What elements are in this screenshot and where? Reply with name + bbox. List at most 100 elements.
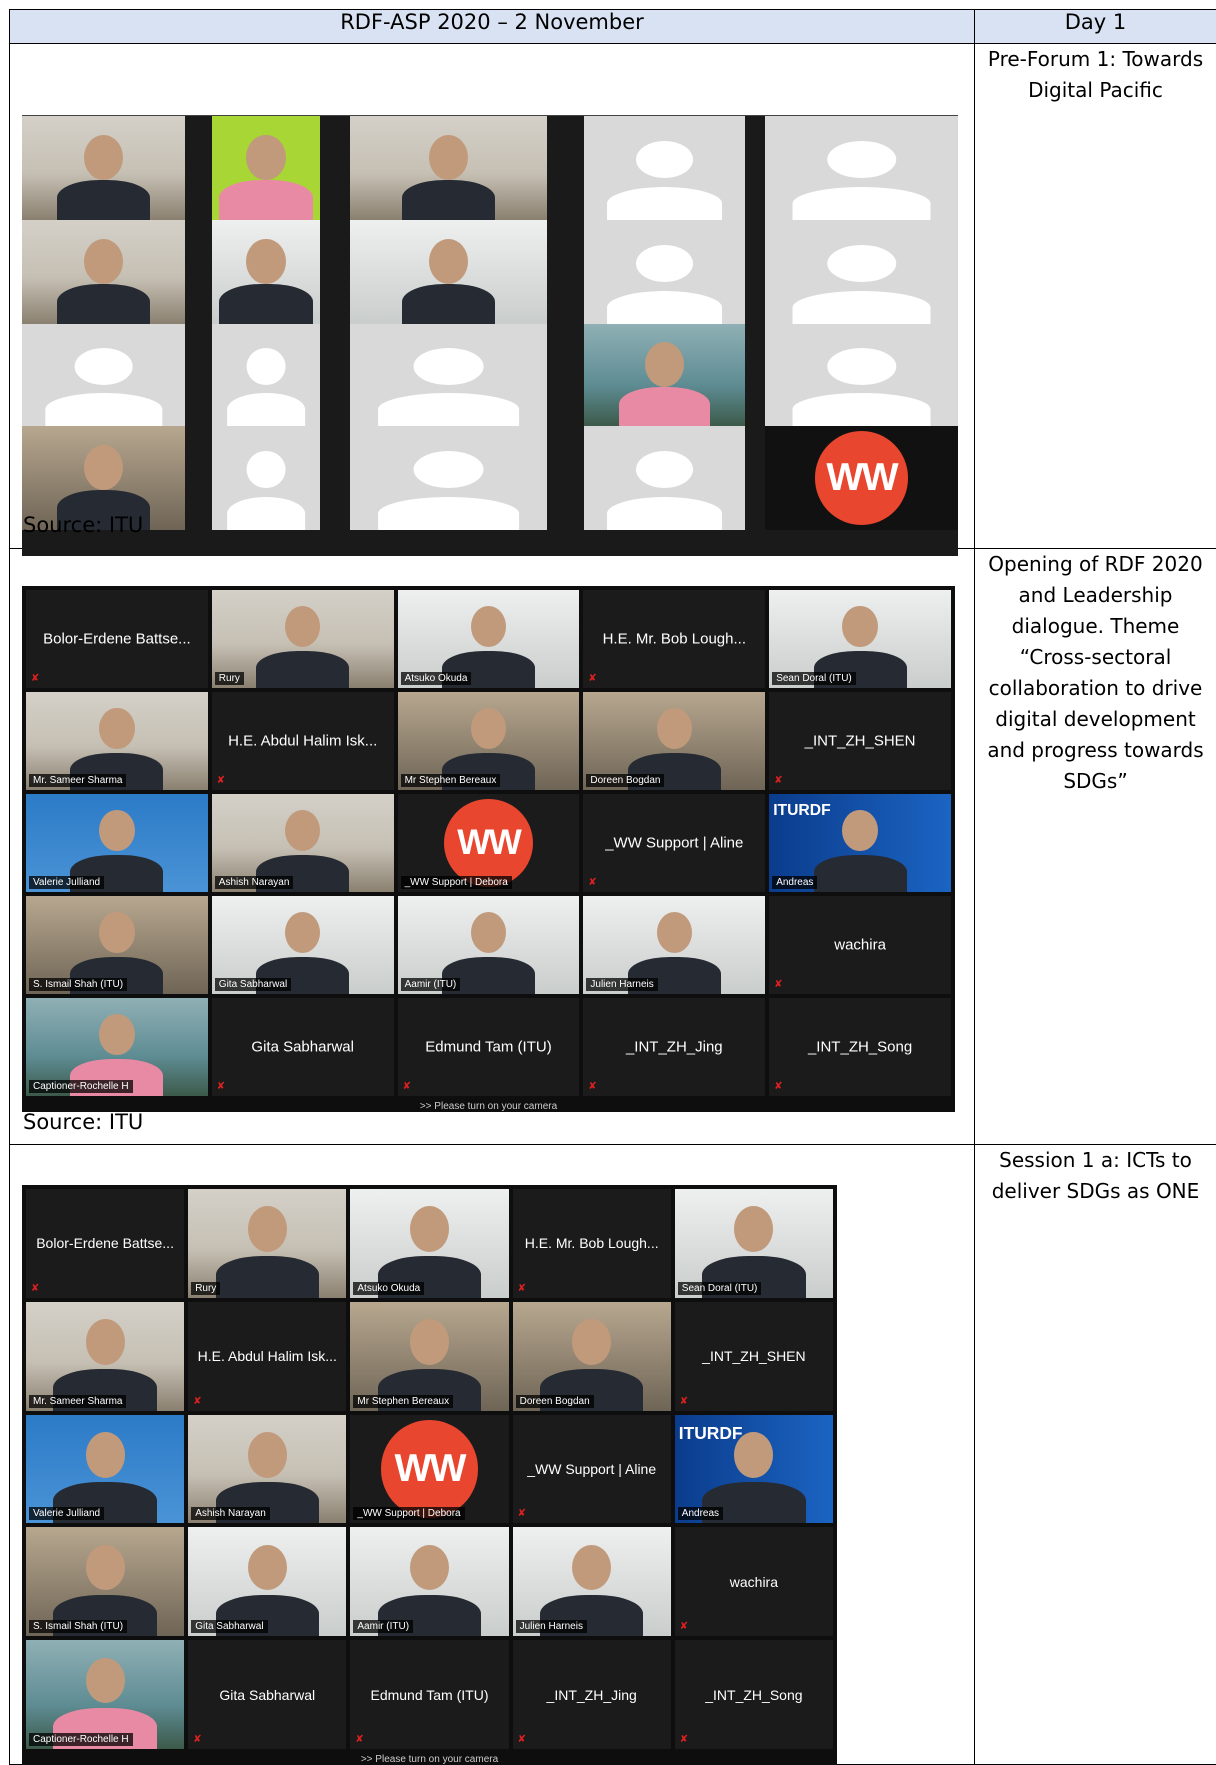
participant-tile[interactable]: Captioner-Rochelle H	[26, 1640, 184, 1749]
participant-head	[86, 1658, 125, 1704]
participant-placeholder	[22, 324, 185, 426]
participant-label: Sean Doral (ITU)	[772, 672, 856, 685]
participant-tile[interactable]: Rury	[188, 1189, 346, 1298]
participant-tile[interactable]: Doreen Bogdan	[513, 1302, 671, 1411]
participant-body	[402, 284, 496, 324]
participant-tile[interactable]: wachira✘	[675, 1527, 833, 1636]
participant-tile[interactable]: H.E. Mr. Bob Lough...✘	[583, 590, 765, 688]
participant-tile[interactable]: Valerie Julliand	[26, 794, 208, 892]
participant-tile[interactable]: Atsuko Okuda	[398, 590, 580, 688]
participant-video	[350, 116, 547, 220]
participant-tile[interactable]: Doreen Bogdan	[583, 692, 765, 790]
participant-label: Ashish Narayan	[191, 1507, 270, 1520]
participant-tile[interactable]: H.E. Abdul Halim Isk...✘	[188, 1302, 346, 1411]
participant-name: Bolor-Erdene Battse...	[26, 631, 208, 648]
muted-mic-icon: ✘	[680, 1396, 688, 1407]
participant-label: Rury	[215, 672, 244, 685]
itu-rdf-banner: ITURDF	[773, 802, 830, 820]
participant-head	[86, 1545, 125, 1591]
participant-placeholder	[212, 426, 320, 530]
header-day: Day 1	[975, 10, 1216, 44]
participant-tile[interactable]: _INT_ZH_Jing✘	[583, 998, 765, 1096]
participant-label: Sean Doral (ITU)	[678, 1282, 762, 1295]
participant-tile[interactable]: Edmund Tam (ITU)✘	[398, 998, 580, 1096]
participant-label: Mr. Sameer Sharma	[29, 1395, 126, 1408]
camera-hint-text: >> Please turn on your camera	[22, 1753, 837, 1765]
avatar-icon	[584, 116, 745, 220]
participant-placeholder	[584, 426, 745, 530]
participant-tile[interactable]: WW_WW Support | Debora	[350, 1415, 508, 1524]
participant-tile[interactable]: Gita Sabharwal	[212, 896, 394, 994]
participant-name: Gita Sabharwal	[212, 1039, 394, 1056]
avatar-icon	[765, 220, 958, 324]
participant-head	[86, 1319, 125, 1365]
muted-mic-icon: ✘	[31, 1283, 39, 1294]
participant-tile[interactable]: Ashish Narayan	[188, 1415, 346, 1524]
muted-mic-icon: ✘	[355, 1734, 363, 1745]
participant-head	[842, 606, 877, 647]
avatar-head	[636, 451, 694, 488]
participant-placeholder	[765, 116, 958, 220]
participant-tile[interactable]: ITURDFAndreas	[675, 1415, 833, 1524]
participant-label: Julien Harneis	[516, 1620, 587, 1633]
participant-tile[interactable]: _WW Support | Aline✘	[583, 794, 765, 892]
avatar-body	[227, 393, 305, 426]
participant-tile[interactable]: _INT_ZH_SHEN✘	[769, 692, 951, 790]
participant-tile[interactable]: Edmund Tam (ITU)✘	[350, 1640, 508, 1749]
participant-tile[interactable]: Gita Sabharwal ✘	[188, 1640, 346, 1749]
participant-tile[interactable]: S. Ismail Shah (ITU)	[26, 896, 208, 994]
participant-tile[interactable]: _WW Support | Aline✘	[513, 1415, 671, 1524]
avatar-body	[607, 187, 723, 220]
participant-label: Aamir (ITU)	[353, 1620, 413, 1633]
participant-placeholder	[350, 426, 547, 530]
participant-tile[interactable]: Bolor-Erdene Battse... ✘	[26, 1189, 184, 1298]
participant-name: wachira	[675, 1574, 833, 1590]
participant-name: Bolor-Erdene Battse...	[26, 1235, 184, 1251]
participant-tile[interactable]: Captioner-Rochelle H	[26, 998, 208, 1096]
participant-tile[interactable]: wachira✘	[769, 896, 951, 994]
participant-tile[interactable]: Aamir (ITU)	[350, 1527, 508, 1636]
participant-tile[interactable]: Bolor-Erdene Battse...✘	[26, 590, 208, 688]
participant-tile[interactable]: Mr Stephen Bereaux	[398, 692, 580, 790]
participant-tile[interactable]: Ashish Narayan	[212, 794, 394, 892]
participant-tile[interactable]: Sean Doral (ITU)	[769, 590, 951, 688]
participant-tile[interactable]: H.E. Mr. Bob Lough...✘	[513, 1189, 671, 1298]
participant-tile[interactable]: H.E. Abdul Halim Isk...✘	[212, 692, 394, 790]
participant-tile[interactable]: Julien Harneis	[583, 896, 765, 994]
participant-tile[interactable]: Aamir (ITU)	[398, 896, 580, 994]
muted-mic-icon: ✘	[217, 1081, 225, 1092]
participant-video	[350, 220, 547, 324]
participant-label: Mr. Sameer Sharma	[29, 774, 126, 787]
participant-tile[interactable]: Gita Sabharwal ✘	[212, 998, 394, 1096]
participant-head	[657, 912, 692, 953]
muted-mic-icon: ✘	[588, 877, 596, 888]
participant-tile[interactable]: _INT_ZH_Jing✘	[513, 1640, 671, 1749]
participant-tile[interactable]: Sean Doral (ITU)	[675, 1189, 833, 1298]
participant-tile[interactable]: Gita Sabharwal	[188, 1527, 346, 1636]
participant-tile[interactable]: ITURDFAndreas	[769, 794, 951, 892]
participant-tile[interactable]: S. Ismail Shah (ITU)	[26, 1527, 184, 1636]
participant-tile[interactable]: WW_WW Support | Debora	[398, 794, 580, 892]
participant-name: Gita Sabharwal	[188, 1687, 346, 1703]
participant-tile[interactable]: _INT_ZH_SHEN ✘	[675, 1302, 833, 1411]
participant-label: Valerie Julliand	[29, 1507, 104, 1520]
participant-name: _INT_ZH_SHEN	[675, 1348, 833, 1364]
participant-tile[interactable]: Julien Harneis	[513, 1527, 671, 1636]
participant-label: Atsuko Okuda	[401, 672, 472, 685]
avatar-head	[636, 141, 694, 178]
participant-tile[interactable]: Atsuko Okuda	[350, 1189, 508, 1298]
participant-tile[interactable]: Valerie Julliand	[26, 1415, 184, 1524]
participant-tile[interactable]: Mr. Sameer Sharma	[26, 1302, 184, 1411]
participant-head	[285, 606, 320, 647]
participant-tile[interactable]: Mr. Sameer Sharma	[26, 692, 208, 790]
participant-tile[interactable]: Mr Stephen Bereaux	[350, 1302, 508, 1411]
participant-tile[interactable]: _INT_ZH_Song✘	[769, 998, 951, 1096]
participant-label: S. Ismail Shah (ITU)	[29, 1620, 127, 1633]
muted-mic-icon: ✘	[193, 1734, 201, 1745]
avatar-head	[247, 348, 286, 385]
participant-tile[interactable]: _INT_ZH_Song✘	[675, 1640, 833, 1749]
participant-label: _WW Support | Debora	[353, 1507, 464, 1520]
participant-tile[interactable]: Rury	[212, 590, 394, 688]
avatar-body	[227, 497, 305, 530]
muted-mic-icon: ✘	[403, 1081, 411, 1092]
